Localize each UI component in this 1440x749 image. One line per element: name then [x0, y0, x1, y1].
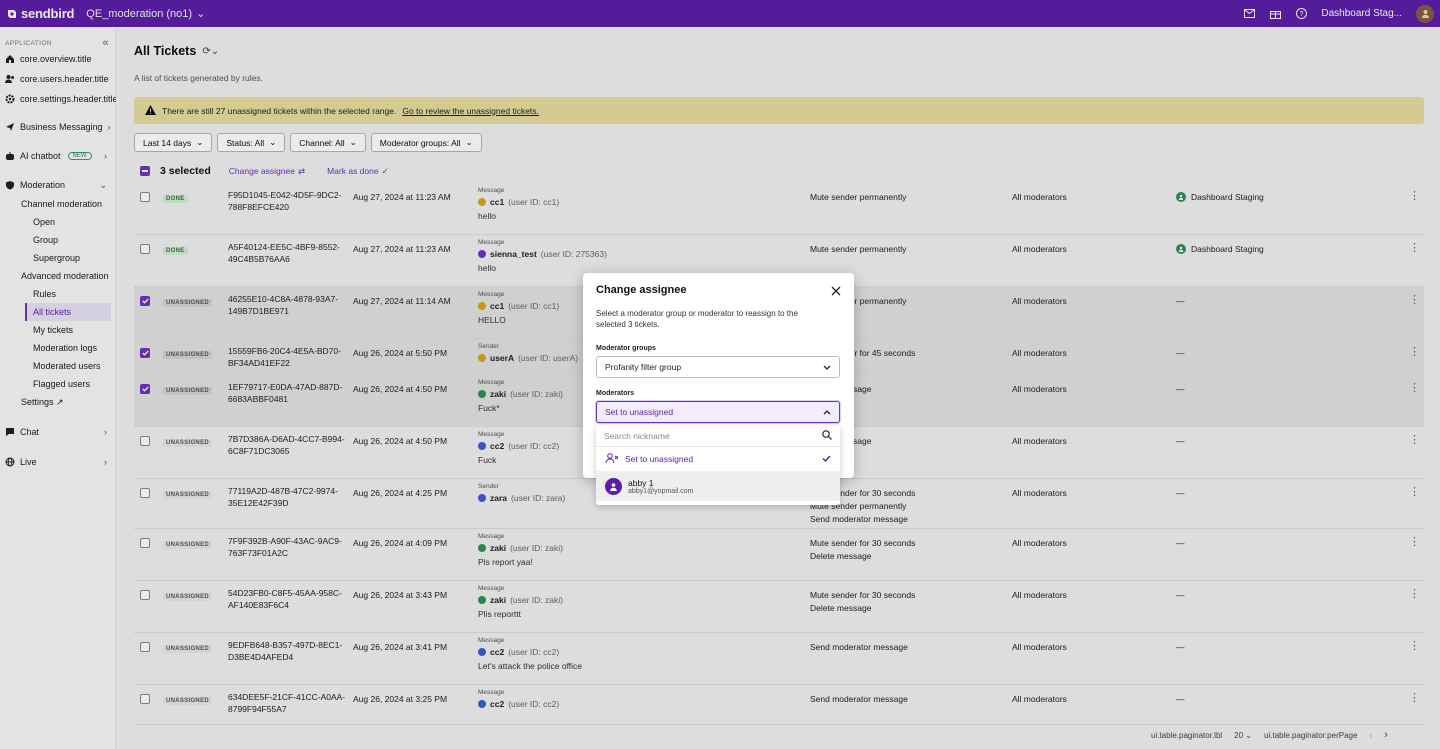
- close-icon[interactable]: [831, 286, 841, 296]
- moderator-groups-value: Profanity filter group: [605, 362, 682, 372]
- chevron-down-icon: [823, 362, 831, 372]
- user-remove-icon: [605, 452, 619, 466]
- moderators-dropdown: Search nickname Set to unassigned abby 1…: [596, 425, 840, 505]
- moderator-email: abby1@yopmail.com: [628, 487, 694, 495]
- option-set-to-unassigned[interactable]: Set to unassigned: [596, 447, 840, 471]
- moderator-groups-select[interactable]: Profanity filter group: [596, 356, 840, 378]
- chevron-up-icon: [823, 407, 831, 417]
- nickname-search[interactable]: Search nickname: [596, 425, 840, 447]
- check-icon: [822, 454, 831, 464]
- moderator-groups-label: Moderator groups: [596, 345, 656, 352]
- search-input-placeholder: Search nickname: [604, 430, 670, 441]
- moderators-select[interactable]: Set to unassigned: [596, 401, 840, 423]
- moderators-label: Moderators: [596, 390, 635, 397]
- moderator-avatar: [605, 477, 622, 495]
- dialog-description: Select a moderator group or moderator to…: [596, 309, 798, 329]
- moderators-value: Set to unassigned: [605, 407, 674, 417]
- option-label: Set to unassigned: [625, 454, 694, 464]
- moderator-name: abby 1: [628, 477, 654, 488]
- dialog-title: Change assignee: [596, 284, 687, 296]
- option-abby-1[interactable]: abby 1 abby1@yopmail.com: [596, 471, 840, 501]
- search-icon: [822, 429, 832, 442]
